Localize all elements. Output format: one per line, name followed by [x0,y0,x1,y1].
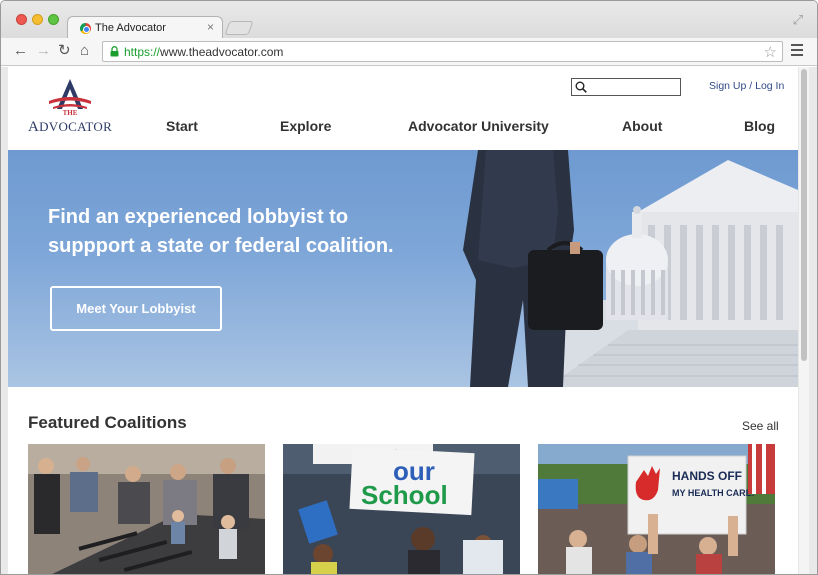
search-input[interactable] [571,78,681,96]
site-logo[interactable]: THE ADVOCATOR [27,79,113,137]
close-window-button[interactable] [16,14,27,25]
hero-headline: Find an experienced lobbyist to suppport… [48,203,468,261]
bookmark-star-icon[interactable]: ☆ [764,43,777,61]
scrollbar-thumb[interactable] [801,69,807,361]
hero-headline-line1: Find an experienced lobbyist to [48,206,349,228]
logo-the-text: THE [62,109,78,117]
chrome-favicon-icon [80,23,91,34]
browser-toolbar: ← → ↻ ⌂ https://www.theadvocator.com ☆ [1,38,817,66]
tab-the-advocator[interactable]: The Advocator × [67,16,223,39]
hero-headline-line2: suppport a state or federal coalition. [48,235,394,257]
gun-show-photo [28,444,265,574]
browser-window: The Advocator × ⤢ ← → ↻ ⌂ https://www.th… [0,0,818,575]
forward-icon[interactable]: → [36,42,51,60]
school-rally-photo: school our School [283,444,520,574]
see-all-link[interactable]: See all [742,419,779,433]
hero-capitol-image [463,150,798,387]
nav-explore[interactable]: Explore [280,118,331,134]
card2-sign-line2: School [361,480,448,510]
nav-start[interactable]: Start [166,118,198,134]
fullscreen-icon[interactable]: ⤢ [793,12,803,28]
card3-sign-line1: HANDS OFF [672,469,742,483]
logo-wordmark: ADVOCATOR [27,119,113,136]
logo-initial: A [27,119,40,135]
url-text: https://www.theadvocator.com [124,45,283,59]
minimize-window-button[interactable] [32,14,43,25]
meet-your-lobbyist-button[interactable]: Meet Your Lobbyist [50,286,222,331]
logo-name-rest: DVOCATOR [39,119,113,134]
nav-about[interactable]: About [622,118,662,134]
tab-close-icon[interactable]: × [207,20,214,34]
page-viewport: THE ADVOCATOR Sign Up / Log In Start Exp… [8,67,798,574]
address-bar[interactable]: https://www.theadvocator.com ☆ [102,41,783,62]
tab-strip: The Advocator × ⤢ [1,1,817,39]
card3-sign-line2: MY HEALTH CARE! [672,488,755,498]
nav-blog[interactable]: Blog [744,118,775,134]
zoom-window-button[interactable] [48,14,59,25]
home-icon[interactable]: ⌂ [80,42,89,60]
coalition-card-health-care[interactable]: HANDS OFF MY HEALTH CARE! [538,444,775,574]
window-left-edge [1,67,8,574]
hero-banner: Find an experienced lobbyist to suppport… [8,150,798,387]
reload-icon[interactable]: ↻ [58,42,71,60]
featured-coalitions-heading: Featured Coalitions [28,413,187,432]
menu-icon[interactable] [791,44,803,59]
tab-title: The Advocator [95,22,166,34]
search-icon [575,81,587,93]
lock-icon [110,46,119,57]
page-scrollbar[interactable] [798,67,809,574]
signup-login-link[interactable]: Sign Up / Log In [709,80,784,92]
url-host: www.theadvocator.com [160,45,284,59]
url-protocol: https:// [124,45,161,59]
nav-advocator-university[interactable]: Advocator University [408,118,549,134]
coalition-card-gun-show[interactable] [28,444,265,574]
health-care-rally-photo: HANDS OFF MY HEALTH CARE! [538,444,775,574]
back-icon[interactable]: ← [13,42,28,60]
new-tab-button[interactable] [224,21,254,35]
coalition-card-our-school[interactable]: school our School [283,444,520,574]
window-right-edge [809,67,817,574]
